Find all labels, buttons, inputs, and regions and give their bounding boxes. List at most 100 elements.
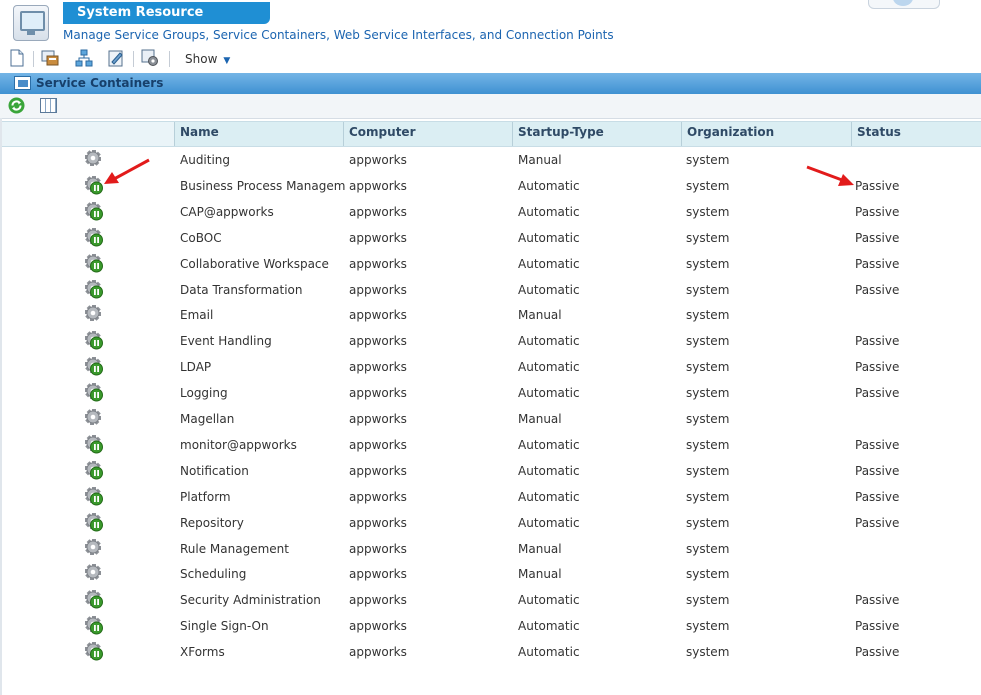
app-subtitle: Manage Service Groups, Service Container… bbox=[63, 28, 614, 42]
cell-organization: system bbox=[686, 541, 730, 556]
cell-name: monitor@appworks bbox=[180, 437, 297, 452]
cell-startup-type: Manual bbox=[518, 153, 562, 167]
table-row[interactable]: LDAP appworks Automatic system Passive bbox=[2, 356, 981, 382]
table-row[interactable]: Repository appworks Automatic system Passive bbox=[2, 512, 981, 538]
service-group-icon[interactable] bbox=[41, 49, 59, 67]
table-row[interactable]: Data Transformation appworks Automatic syst… bbox=[2, 279, 981, 305]
cell-startup-type: Automatic bbox=[518, 437, 580, 452]
cell-computer: appworks bbox=[349, 645, 407, 660]
table-row[interactable]: CoBOC appworks Automatic system Passive bbox=[2, 227, 981, 253]
cell-name: Business Process Manageme bbox=[180, 178, 346, 193]
cell-startup-type: Automatic bbox=[518, 178, 580, 193]
table-row[interactable]: monitor@appworks appworks Automatic system P… bbox=[2, 434, 981, 460]
table-row[interactable]: Email appworks Manual system bbox=[2, 304, 981, 330]
cell-startup-type: Automatic bbox=[518, 256, 580, 271]
gear-running-icon bbox=[85, 201, 103, 221]
cell-status: Passive bbox=[855, 334, 900, 349]
cell-startup-type: Automatic bbox=[518, 204, 580, 219]
cell-status: Passive bbox=[855, 515, 900, 530]
gear-running-icon bbox=[85, 486, 103, 506]
cell-organization: system bbox=[686, 619, 730, 634]
table-row[interactable]: XForms appworks Automatic system Passive bbox=[2, 641, 981, 667]
cell-computer: appworks bbox=[349, 334, 407, 349]
cell-startup-type: Automatic bbox=[518, 282, 580, 297]
cell-computer: appworks bbox=[349, 204, 407, 219]
table-row[interactable]: Platform appworks Automatic system Passive bbox=[2, 486, 981, 512]
red-arrow-icon bbox=[104, 158, 150, 184]
cell-startup-type: Automatic bbox=[518, 593, 580, 608]
table-row[interactable]: Rule Management appworks Manual system bbox=[2, 538, 981, 564]
cell-status: Passive bbox=[855, 230, 900, 245]
main-toolbar bbox=[0, 47, 981, 71]
gear-running-icon bbox=[85, 253, 103, 273]
cell-name: Security Administration bbox=[180, 593, 321, 608]
cell-computer: appworks bbox=[349, 153, 407, 167]
red-arrow-icon bbox=[806, 165, 854, 186]
table-row[interactable]: Single Sign-On appworks Automatic system Pas… bbox=[2, 615, 981, 641]
cell-name: Collaborative Workspace bbox=[180, 256, 329, 271]
table-row[interactable]: Scheduling appworks Manual system bbox=[2, 563, 981, 589]
table-row[interactable]: Collaborative Workspace appworks Automatic… bbox=[2, 253, 981, 279]
configure-icon[interactable] bbox=[141, 49, 159, 67]
cell-name: Event Handling bbox=[180, 334, 272, 349]
cell-computer: appworks bbox=[349, 437, 407, 452]
table-row[interactable]: Security Administration appworks Automatic… bbox=[2, 589, 981, 615]
cell-startup-type: Manual bbox=[518, 412, 562, 426]
cell-status: Passive bbox=[855, 619, 900, 634]
cell-status: Passive bbox=[855, 593, 900, 608]
column-header-computer[interactable]: Computer bbox=[343, 122, 512, 146]
cell-name: Data Transformation bbox=[180, 282, 303, 297]
cell-name: LDAP bbox=[180, 360, 212, 375]
toolbar-separator bbox=[169, 51, 170, 67]
table-row[interactable]: CAP@appworks appworks Automatic system Passi… bbox=[2, 201, 981, 227]
cell-name: Magellan bbox=[180, 412, 235, 426]
gear-stopped-icon bbox=[85, 564, 101, 581]
cell-startup-type: Automatic bbox=[518, 515, 580, 530]
cell-organization: system bbox=[686, 593, 730, 608]
cell-status: Passive bbox=[855, 437, 900, 452]
cell-startup-type: Automatic bbox=[518, 489, 580, 504]
cell-organization: system bbox=[686, 308, 730, 323]
column-header-startup-type[interactable]: Startup-Type bbox=[512, 122, 681, 146]
cell-computer: appworks bbox=[349, 593, 407, 608]
chevron-down-icon: ▼ bbox=[223, 56, 231, 66]
cell-name: Repository bbox=[180, 515, 244, 530]
cell-computer: appworks bbox=[349, 360, 407, 375]
column-header-organization[interactable]: Organization bbox=[681, 122, 851, 146]
edit-icon[interactable] bbox=[107, 49, 125, 67]
show-dropdown[interactable]: Show ▼ bbox=[185, 52, 230, 66]
cell-organization: system bbox=[686, 567, 730, 582]
cell-computer: appworks bbox=[349, 619, 407, 634]
cell-status: Passive bbox=[855, 645, 900, 660]
column-header-status[interactable]: Status bbox=[851, 122, 981, 146]
service-containers-icon bbox=[14, 76, 31, 90]
table-row[interactable]: Logging appworks Automatic system Passive bbox=[2, 382, 981, 408]
cell-name: Notification bbox=[180, 463, 249, 478]
cell-computer: appworks bbox=[349, 178, 407, 193]
toolbar-separator bbox=[133, 51, 134, 67]
cell-status: Passive bbox=[855, 178, 900, 193]
gear-running-icon bbox=[85, 383, 103, 402]
columns-icon[interactable] bbox=[40, 98, 57, 113]
table-row[interactable]: Event Handling appworks Automatic system Pas… bbox=[2, 330, 981, 356]
table-row[interactable]: Magellan appworks Manual system bbox=[2, 408, 981, 434]
window-widget[interactable] bbox=[868, 0, 940, 9]
cell-startup-type: Automatic bbox=[518, 230, 580, 245]
refresh-icon[interactable] bbox=[8, 97, 25, 114]
cell-organization: system bbox=[686, 437, 730, 452]
cell-computer: appworks bbox=[349, 541, 407, 556]
cell-status: Passive bbox=[855, 489, 900, 504]
column-header-name[interactable]: Name bbox=[174, 122, 343, 146]
cell-status: Passive bbox=[855, 256, 900, 271]
cell-computer: appworks bbox=[349, 386, 407, 401]
gear-stopped-icon bbox=[85, 305, 101, 322]
icon-column-header[interactable] bbox=[2, 122, 174, 146]
cell-organization: system bbox=[686, 489, 730, 504]
cell-startup-type: Automatic bbox=[518, 360, 580, 375]
cell-startup-type: Manual bbox=[518, 308, 562, 323]
table-row[interactable]: Notification appworks Automatic system Passi… bbox=[2, 460, 981, 486]
hierarchy-icon[interactable] bbox=[75, 49, 93, 67]
cell-organization: system bbox=[686, 463, 730, 478]
cell-startup-type: Automatic bbox=[518, 386, 580, 401]
new-document-icon[interactable] bbox=[8, 49, 26, 67]
